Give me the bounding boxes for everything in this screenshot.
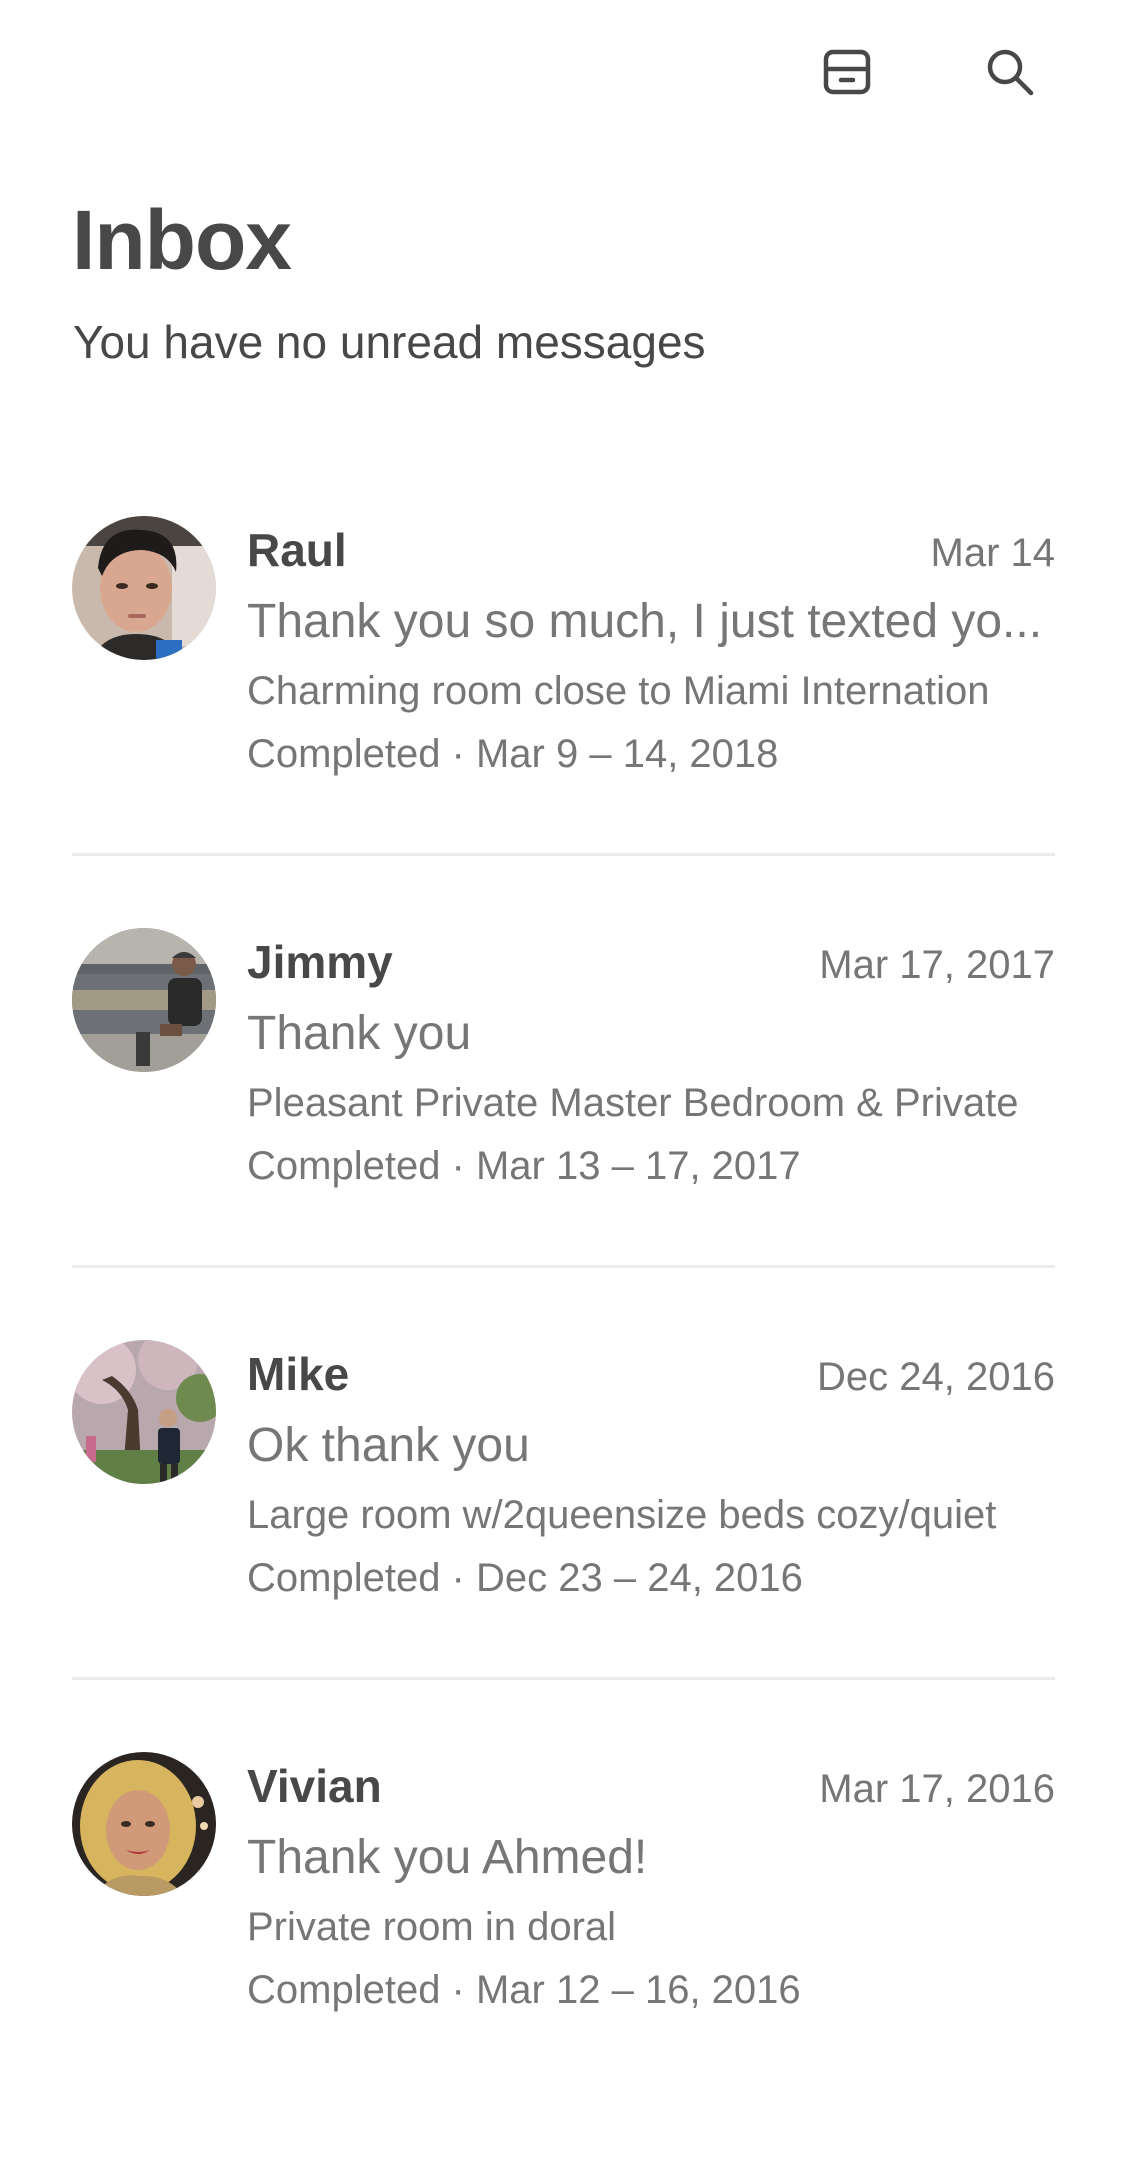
avatar <box>72 1752 216 1896</box>
avatar <box>72 516 216 660</box>
avatar <box>72 928 216 1072</box>
thread-last-message: Ok thank you <box>247 1419 530 1472</box>
thread-date: Mar 17, 2017 <box>819 943 1055 987</box>
thread-listing-title: Large room w/2queensize beds cozy/quiet <box>247 1493 997 1537</box>
thread-divider <box>72 853 1055 856</box>
thread-listing-title: Charming room close to Miami Internation <box>247 669 990 713</box>
unread-status: You have no unread messages <box>73 316 706 368</box>
thread-divider <box>72 1677 1055 1680</box>
archive-button[interactable] <box>811 36 883 108</box>
thread-item[interactable]: Jimmy Mar 17, 2017 Thank you Pleasant Pr… <box>72 928 1055 1340</box>
thread-last-message: Thank you so much, I just texted yo... <box>247 595 1043 648</box>
thread-sender-name: Mike <box>247 1348 350 1400</box>
top-bar <box>0 0 1125 145</box>
page-title: Inbox <box>72 193 292 287</box>
archive-tray-icon <box>823 49 871 95</box>
search-icon <box>987 49 1034 96</box>
search-button[interactable] <box>974 36 1046 108</box>
thread-reservation-status: Completed · Mar 12 – 16, 2016 <box>247 1968 801 2012</box>
thread-sender-name: Raul <box>247 524 347 576</box>
thread-last-message: Thank you Ahmed! <box>247 1831 648 1884</box>
thread-date: Dec 24, 2016 <box>817 1355 1055 1399</box>
thread-item[interactable]: Vivian Mar 17, 2016 Thank you Ahmed! Pri… <box>72 1752 1055 2164</box>
thread-sender-name: Vivian <box>247 1760 382 1812</box>
thread-reservation-status: Completed · Mar 9 – 14, 2018 <box>247 732 779 776</box>
avatar <box>72 1340 216 1484</box>
thread-listing-title: Private room in doral <box>247 1905 617 1949</box>
thread-date: Mar 17, 2016 <box>819 1767 1055 1811</box>
thread-last-message: Thank you <box>247 1007 472 1060</box>
thread-reservation-status: Completed · Mar 13 – 17, 2017 <box>247 1144 801 1188</box>
thread-item[interactable]: Mike Dec 24, 2016 Ok thank you Large roo… <box>72 1340 1055 1752</box>
thread-item[interactable]: Raul Mar 14 Thank you so much, I just te… <box>72 516 1055 928</box>
thread-sender-name: Jimmy <box>247 936 393 988</box>
thread-reservation-status: Completed · Dec 23 – 24, 2016 <box>247 1556 803 1600</box>
thread-divider <box>72 1265 1055 1268</box>
thread-date: Mar 14 <box>930 531 1056 575</box>
thread-listing-title: Pleasant Private Master Bedroom & Privat… <box>247 1081 1019 1125</box>
